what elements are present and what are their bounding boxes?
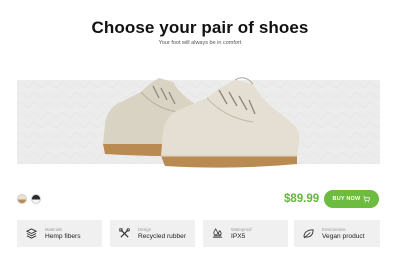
buy-now-label: BUY NOW <box>332 196 361 202</box>
sneaker-image <box>95 72 305 168</box>
feature-card-environment: Environment Vegan product <box>294 220 380 247</box>
layers-icon <box>26 228 37 239</box>
feature-card-materials: Materials Hemp fibers <box>17 220 102 247</box>
leaf-icon <box>303 229 314 239</box>
feature-value: Vegan product <box>322 232 365 240</box>
feature-value: Hemp fibers <box>45 232 81 240</box>
tools-icon <box>119 228 130 238</box>
color-swatch-black[interactable] <box>31 194 41 204</box>
cart-icon <box>363 195 371 202</box>
price-label: $89.99 <box>284 193 320 205</box>
feature-value: IPX5 <box>231 232 246 240</box>
feature-card-waterproof: Waterproof IPX5 <box>203 220 288 247</box>
page-subtitle: Your foot will always be in comfort <box>158 40 242 46</box>
feature-list: Materials Hemp fibers Design Recycled ru… <box>17 220 380 247</box>
color-swatch-beige[interactable] <box>17 194 27 204</box>
buy-now-button[interactable]: BUY NOW <box>324 190 379 208</box>
feature-value: Recycled rubber <box>138 232 187 240</box>
feature-card-design: Design Recycled rubber <box>110 220 195 247</box>
page-title: Choose your pair of shoes <box>91 18 309 37</box>
color-swatches <box>17 194 41 204</box>
water-drops-icon <box>212 228 223 238</box>
